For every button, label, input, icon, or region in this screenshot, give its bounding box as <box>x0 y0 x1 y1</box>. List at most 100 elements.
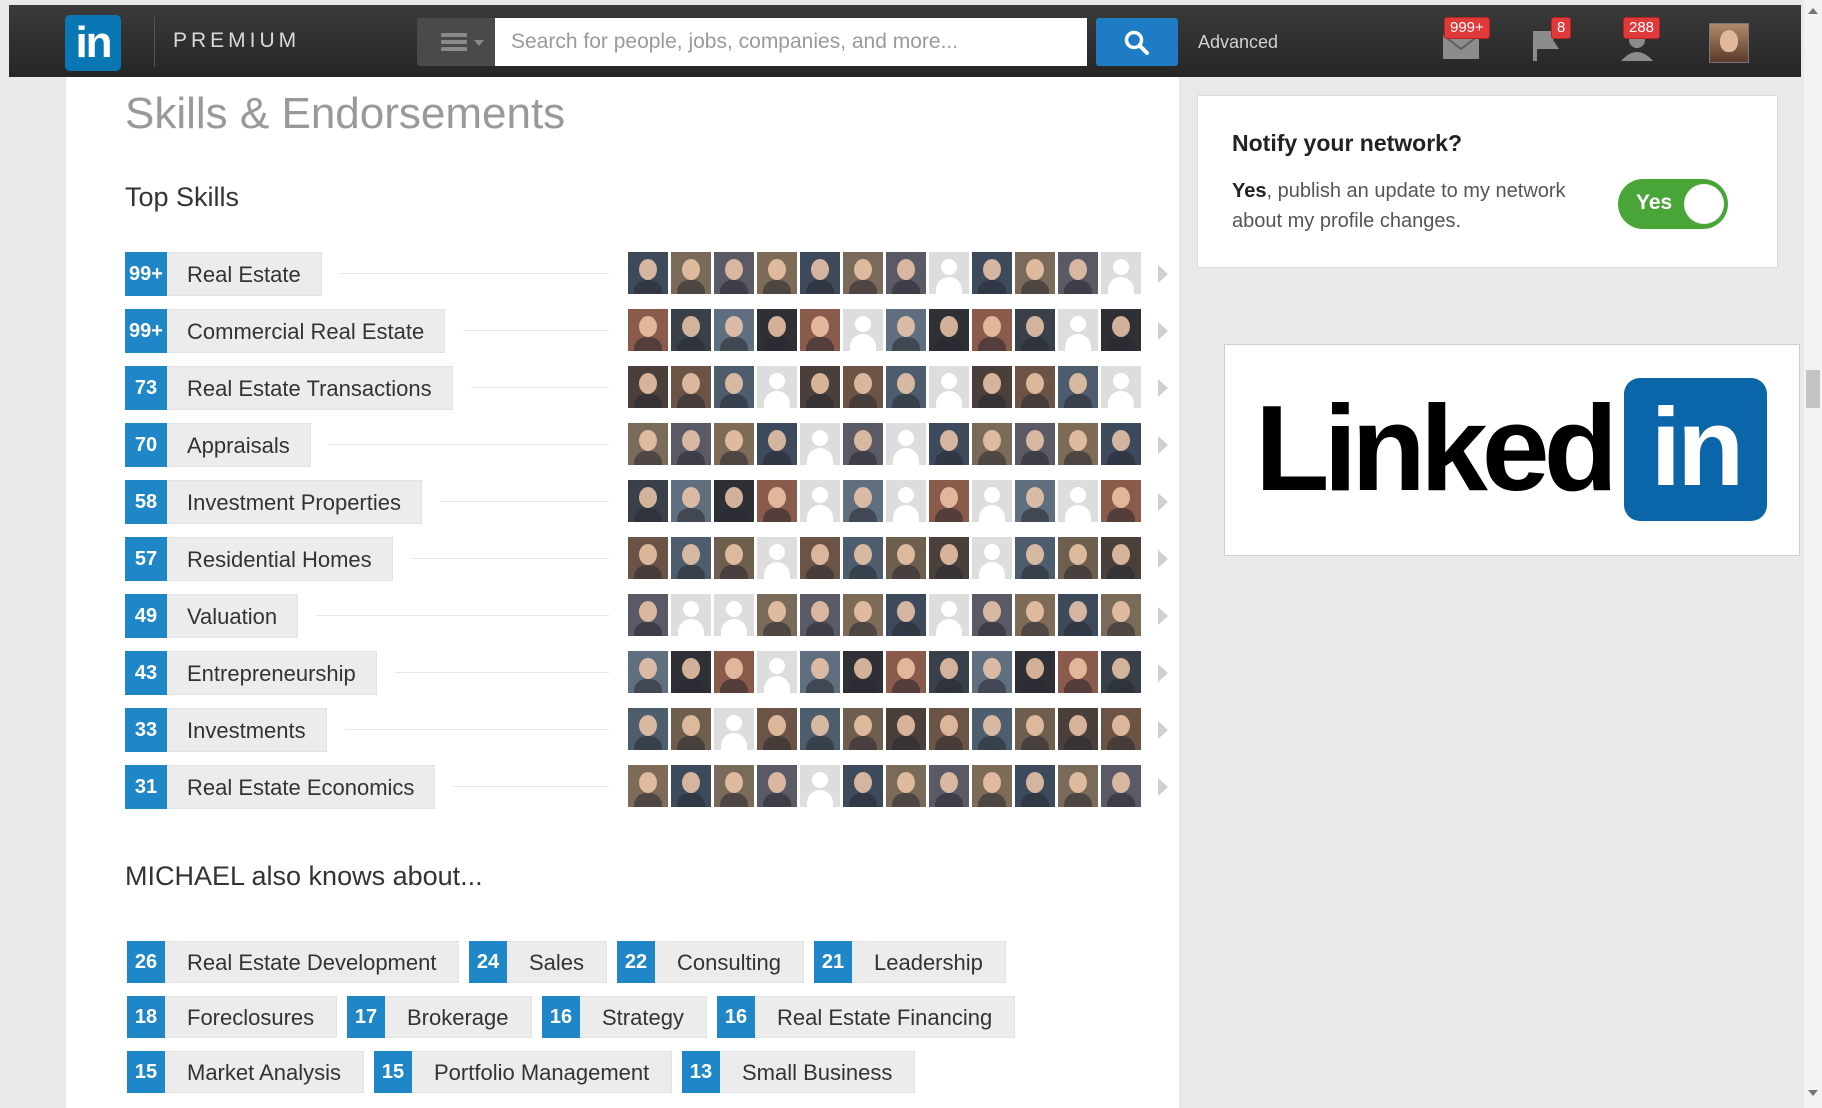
top-skill-row[interactable]: 99+ Commercial Real Estate <box>125 309 1168 353</box>
endorser-avatar[interactable] <box>800 252 840 294</box>
endorser-avatar[interactable] <box>757 252 797 294</box>
endorser-avatar[interactable] <box>757 537 797 579</box>
endorser-avatar[interactable] <box>800 594 840 636</box>
endorser-avatar[interactable] <box>671 366 711 408</box>
top-skill-row[interactable]: 49 Valuation <box>125 594 1168 638</box>
endorser-avatar[interactable] <box>972 594 1012 636</box>
notifications-button[interactable]: 8 <box>1527 17 1572 63</box>
skill-endorsement-count[interactable]: 15 <box>374 1051 412 1093</box>
skill-endorsement-count[interactable]: 22 <box>617 941 655 983</box>
endorser-avatar[interactable] <box>671 480 711 522</box>
endorser-avatar[interactable] <box>929 252 969 294</box>
endorser-avatar[interactable] <box>1101 594 1141 636</box>
endorser-avatar[interactable] <box>886 594 926 636</box>
linkedin-ad-banner[interactable]: Linked in <box>1224 344 1800 556</box>
endorser-avatar[interactable] <box>1101 309 1141 351</box>
more-endorsers-arrow-icon[interactable] <box>1158 778 1168 796</box>
skill-name[interactable]: Entrepreneurship <box>167 651 377 695</box>
endorser-avatar[interactable] <box>1058 651 1098 693</box>
endorser-avatar[interactable] <box>1101 537 1141 579</box>
top-skill-row[interactable]: 43 Entrepreneurship <box>125 651 1168 695</box>
endorser-avatar[interactable] <box>1101 651 1141 693</box>
endorser-avatar[interactable] <box>929 651 969 693</box>
more-endorsers-arrow-icon[interactable] <box>1158 322 1168 340</box>
endorser-avatar[interactable] <box>1015 309 1055 351</box>
more-endorsers-arrow-icon[interactable] <box>1158 721 1168 739</box>
endorser-avatar[interactable] <box>886 366 926 408</box>
skill-name[interactable]: Real Estate Economics <box>167 765 436 809</box>
scroll-up-arrow-icon[interactable] <box>1808 8 1818 14</box>
more-endorsers-arrow-icon[interactable] <box>1158 664 1168 682</box>
skill-name[interactable]: Real Estate Transactions <box>167 366 453 410</box>
endorser-avatar[interactable] <box>628 537 668 579</box>
skill-name[interactable]: Real Estate Development <box>165 941 460 983</box>
endorser-avatar[interactable] <box>1058 537 1098 579</box>
scroll-down-arrow-icon[interactable] <box>1808 1090 1818 1096</box>
linkedin-logo[interactable]: in <box>65 15 121 71</box>
endorser-avatar[interactable] <box>972 366 1012 408</box>
endorser-avatar[interactable] <box>972 309 1012 351</box>
endorser-avatar[interactable] <box>757 708 797 750</box>
endorser-avatar[interactable] <box>1058 366 1098 408</box>
more-endorsers-arrow-icon[interactable] <box>1158 379 1168 397</box>
endorser-avatar[interactable] <box>714 594 754 636</box>
endorser-avatar[interactable] <box>800 309 840 351</box>
endorser-avatar[interactable] <box>1101 366 1141 408</box>
endorser-avatar[interactable] <box>628 708 668 750</box>
skill-endorsement-count[interactable]: 49 <box>125 594 167 638</box>
endorser-avatar[interactable] <box>671 708 711 750</box>
skill-endorsement-count[interactable]: 18 <box>127 996 165 1038</box>
more-endorsers-arrow-icon[interactable] <box>1158 550 1168 568</box>
skill-name[interactable]: Leadership <box>852 941 1006 983</box>
skill-name[interactable]: Sales <box>507 941 608 983</box>
endorser-avatar[interactable] <box>843 765 883 807</box>
endorser-avatar[interactable] <box>972 708 1012 750</box>
endorser-avatar[interactable] <box>929 765 969 807</box>
endorser-avatar[interactable] <box>886 708 926 750</box>
skill-name[interactable]: Brokerage <box>385 996 532 1038</box>
search-input[interactable] <box>495 18 1087 66</box>
search-category-menu-button[interactable] <box>417 18 495 66</box>
endorser-avatar[interactable] <box>714 765 754 807</box>
scroll-thumb[interactable] <box>1806 370 1820 408</box>
skill-endorsement-count[interactable]: 21 <box>814 941 852 983</box>
endorser-avatar[interactable] <box>929 708 969 750</box>
messages-button[interactable]: 999+ <box>1440 17 1490 63</box>
skill-endorsement-count[interactable]: 57 <box>125 537 167 581</box>
endorser-avatar[interactable] <box>757 651 797 693</box>
skill-name[interactable]: Valuation <box>167 594 299 638</box>
skill-endorsement-count[interactable]: 24 <box>469 941 507 983</box>
endorser-avatar[interactable] <box>714 480 754 522</box>
endorser-avatar[interactable] <box>972 252 1012 294</box>
skill-endorsement-count[interactable]: 70 <box>125 423 167 467</box>
endorser-avatar[interactable] <box>671 537 711 579</box>
endorser-avatar[interactable] <box>1058 309 1098 351</box>
skill-endorsement-count[interactable]: 13 <box>682 1051 720 1093</box>
skill-name[interactable]: Strategy <box>580 996 707 1038</box>
endorser-avatar[interactable] <box>1015 537 1055 579</box>
skill-name[interactable]: Foreclosures <box>165 996 338 1038</box>
endorser-avatar[interactable] <box>1101 480 1141 522</box>
endorser-avatar[interactable] <box>714 252 754 294</box>
endorser-avatar[interactable] <box>843 309 883 351</box>
top-skill-row[interactable]: 73 Real Estate Transactions <box>125 366 1168 410</box>
endorser-avatar[interactable] <box>671 765 711 807</box>
endorser-avatar[interactable] <box>757 423 797 465</box>
endorser-avatar[interactable] <box>800 423 840 465</box>
skill-name[interactable]: Real Estate Financing <box>755 996 1016 1038</box>
endorser-avatar[interactable] <box>929 366 969 408</box>
endorser-avatar[interactable] <box>886 423 926 465</box>
endorser-avatar[interactable] <box>628 480 668 522</box>
skill-name[interactable]: Residential Homes <box>167 537 393 581</box>
endorser-avatar[interactable] <box>800 765 840 807</box>
endorser-avatar[interactable] <box>1015 651 1055 693</box>
endorser-avatar[interactable] <box>628 309 668 351</box>
endorser-avatar[interactable] <box>1058 594 1098 636</box>
endorser-avatar[interactable] <box>843 252 883 294</box>
endorser-avatar[interactable] <box>972 765 1012 807</box>
skill-endorsement-count[interactable]: 33 <box>125 708 167 752</box>
endorser-avatar[interactable] <box>1015 765 1055 807</box>
endorser-avatar[interactable] <box>800 480 840 522</box>
endorser-avatar[interactable] <box>628 423 668 465</box>
endorser-avatar[interactable] <box>757 480 797 522</box>
